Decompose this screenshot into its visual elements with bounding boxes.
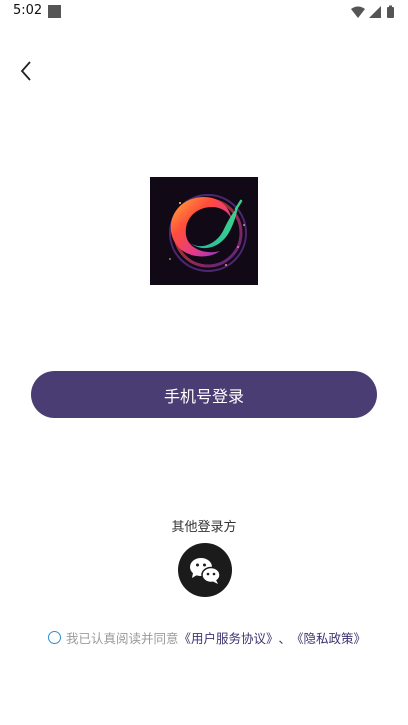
user-agreement-link[interactable]: 《用户服务协议》: [179, 628, 279, 647]
app-logo: [150, 177, 258, 285]
status-time: 5:02: [13, 3, 43, 18]
agree-checkbox[interactable]: [48, 630, 61, 644]
privacy-policy-link[interactable]: 《隐私政策》: [291, 628, 366, 647]
agreement-row: 我已认真阅读并同意 《用户服务协议》 、 《隐私政策》: [48, 628, 393, 646]
signal-icon: [369, 6, 381, 18]
agreement-prefix: 我已认真阅读并同意: [66, 630, 179, 646]
status-bar: 5:02: [0, 0, 408, 24]
chevron-left-icon: [20, 61, 31, 81]
login-screen: 5:02 手机号登录 其他登录方 我已认真阅读并同意 《用户服务协议》 、 《隐…: [0, 0, 408, 725]
wifi-icon: [351, 6, 365, 18]
agreement-separator: 、: [278, 630, 292, 646]
status-icons: [351, 5, 394, 18]
battery-icon: [387, 7, 394, 18]
back-button[interactable]: [12, 56, 42, 86]
chili-swirl-logo: [150, 177, 258, 285]
wechat-icon: [190, 558, 221, 584]
phone-login-button[interactable]: 手机号登录: [31, 371, 377, 418]
other-login-label: 其他登录方: [171, 520, 237, 535]
wechat-login-button[interactable]: [178, 543, 232, 597]
notification-icon: [48, 5, 61, 18]
